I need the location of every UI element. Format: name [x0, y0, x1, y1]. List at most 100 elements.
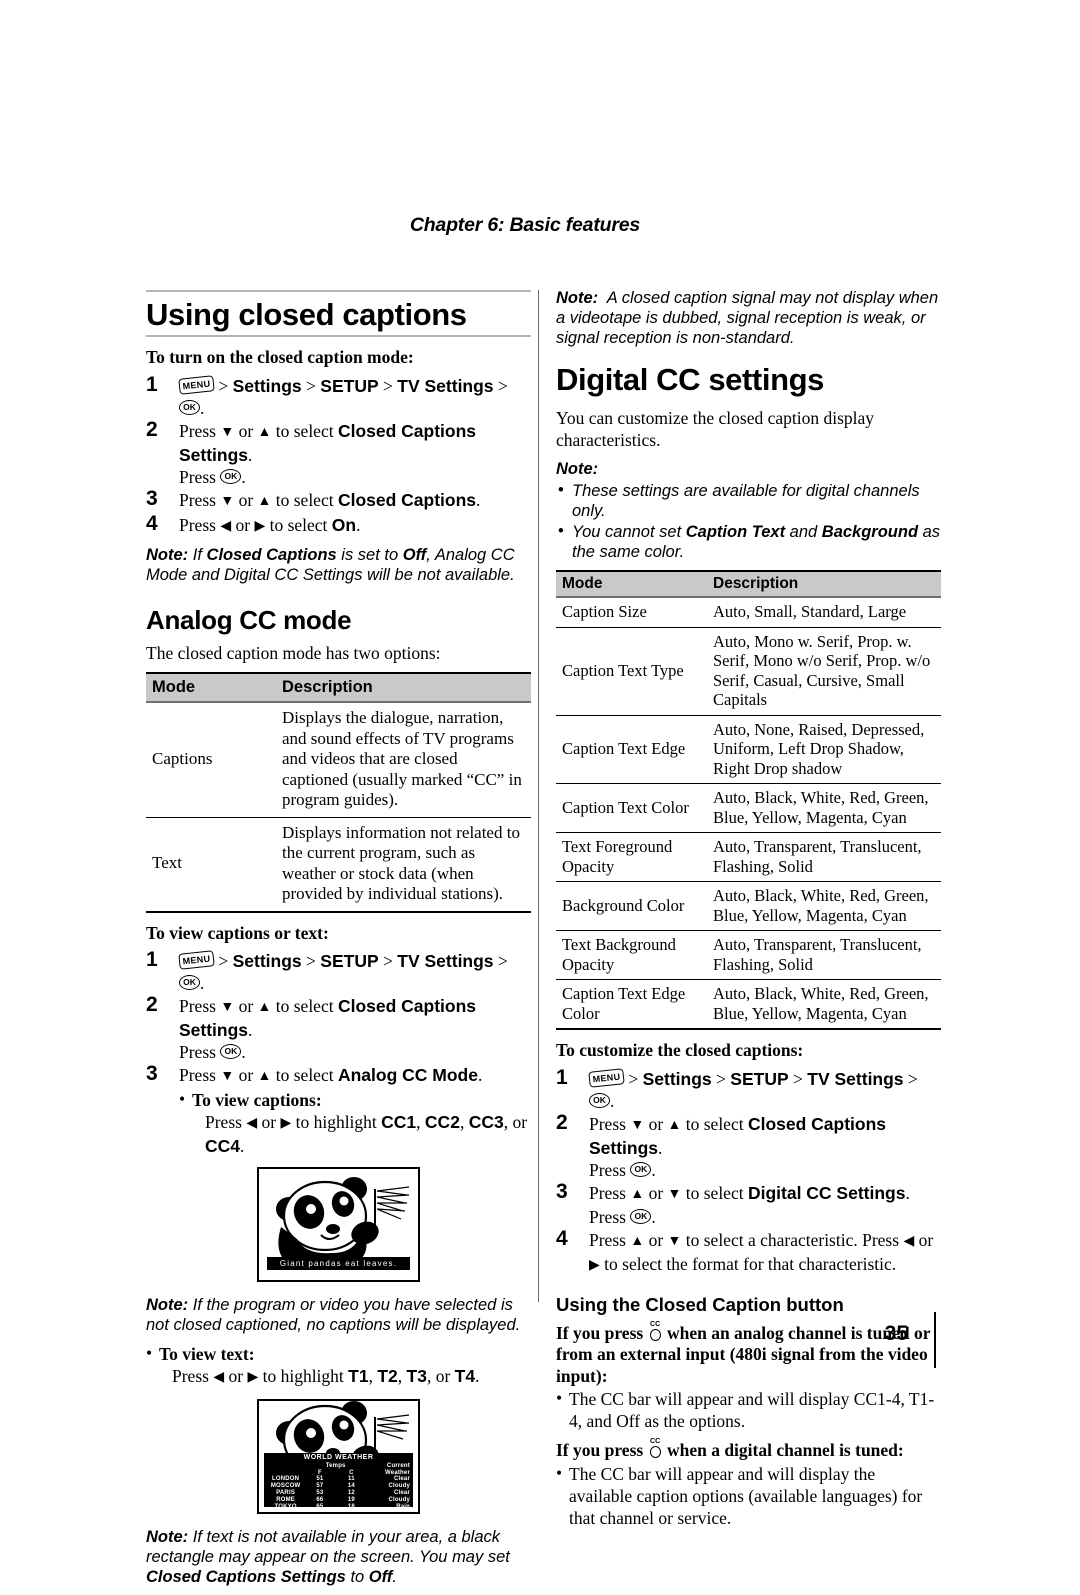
closed-caption-button-heading: Using the Closed Caption button: [556, 1293, 844, 1315]
substep-label: To view text:: [159, 1344, 255, 1364]
separator-gt: >: [716, 1068, 726, 1089]
step-number: 4: [556, 1226, 568, 1250]
note-part: If text is not available in your area, a…: [146, 1528, 510, 1566]
cell-mode: Caption Text Type: [556, 627, 707, 716]
menu-path-settings: Settings: [642, 1068, 712, 1089]
arrow-up-icon: ▲: [630, 1233, 645, 1249]
weather-header-row: Temps Current: [267, 1463, 410, 1470]
separator-gt: >: [497, 951, 508, 971]
view-text-substep: To view text: Press ◀ or ▶ to highlight …: [146, 1342, 531, 1389]
menu-target: Analog CC Mode: [337, 1065, 478, 1085]
step-period: .: [200, 397, 205, 418]
cell-mode: Text Foreground Opacity: [556, 832, 707, 882]
customize-label: To customize the closed captions:: [556, 1040, 804, 1060]
step-item: 4 Press ▲ or ▼ to select a characteristi…: [556, 1226, 941, 1277]
step-number: 2: [146, 417, 158, 441]
weather-row: MOSCOW 57 14 Cloudy: [267, 1483, 410, 1490]
step-item: 3 Press ▼ or ▲ to select Analog CC Mode.…: [146, 1063, 531, 1157]
step-text: or: [648, 1113, 664, 1134]
panda-eye-left: [306, 1428, 316, 1438]
table-row: Captions Displays the dialogue, narratio…: [146, 702, 531, 818]
step-text: to select the format for that characteri…: [604, 1253, 897, 1274]
arrow-left-icon: ◀: [213, 1370, 225, 1385]
option-t4: T4: [454, 1366, 476, 1386]
step-period: .: [200, 973, 205, 993]
step-item: 2 Press ▼ or ▲ to select Closed Captions…: [146, 994, 531, 1063]
step-text: Press: [589, 1182, 626, 1203]
analog-intro: The closed caption mode has two options:: [146, 642, 441, 663]
view-captions-label: To view captions or text:: [146, 922, 329, 943]
note-text-unavailable: Note: If text is not available in your a…: [146, 1527, 531, 1587]
step-number: 1: [146, 372, 158, 396]
weather-cond: Cloudy: [388, 1496, 410, 1503]
note-bullet: These settings are available for digital…: [556, 480, 941, 521]
step-period: .: [248, 444, 253, 465]
step-item: 2 Press ▼ or ▲ to select Closed Captions…: [556, 1111, 941, 1181]
step-text: Press: [179, 1042, 216, 1062]
weather-c: 19: [347, 1496, 355, 1503]
arrow-left-icon: ◀: [903, 1233, 915, 1249]
ok-icon: OK: [179, 975, 200, 990]
menu-target: Digital CC Settings: [747, 1182, 906, 1203]
press-text: or: [228, 1366, 244, 1386]
arrow-up-icon: ▲: [257, 1000, 272, 1015]
cell-description: Auto, Small, Standard, Large: [707, 597, 941, 628]
cell-description: Displays the dialogue, narration, and so…: [276, 702, 531, 818]
tv-screen-text: WORLD WEATHER Temps Current F C Weather: [257, 1399, 420, 1514]
ok-icon: OK: [630, 1208, 652, 1224]
menu-icon: MENU: [178, 374, 215, 395]
menu-icon: MENU: [588, 1067, 625, 1088]
bamboo-leaves-icon: [374, 1414, 410, 1457]
cell-description: Auto, Transparent, Translucent, Flashing…: [707, 930, 941, 980]
substep-label: To view captions:: [192, 1090, 322, 1110]
substep-line: Press ◀ or ▶ to highlight T1, T2, T3, or…: [159, 1365, 531, 1389]
cell-mode: Caption Text Edge: [556, 715, 707, 784]
digital-intro: You can customize the closed caption dis…: [556, 408, 875, 450]
weather-city: ROME: [276, 1496, 295, 1503]
step-period: .: [356, 514, 361, 535]
cc-icon-ring: [649, 1446, 661, 1458]
comma: ,: [459, 1112, 465, 1132]
cc-button-icon: CC: [648, 1438, 663, 1460]
separator-gt: >: [383, 951, 393, 971]
column-header-mode: Mode: [556, 570, 707, 598]
panda-eye-right: [339, 1196, 349, 1206]
cell-mode: Caption Text Edge Color: [556, 979, 707, 1030]
analog-cc-mode-table: Mode Description Captions Displays the d…: [146, 672, 531, 913]
arrow-left-icon: ◀: [220, 518, 232, 534]
step-text: to select: [275, 420, 334, 441]
separator-gt: >: [628, 1068, 639, 1089]
separator-gt: >: [497, 375, 508, 396]
arrow-right-icon: ▶: [247, 1370, 259, 1385]
cell-mode: Caption Size: [556, 597, 707, 628]
step-item: 1 MENU > Settings > SETUP > TV Settings …: [146, 949, 531, 994]
table-row: Caption Text Edge Color Auto, Black, Whi…: [556, 979, 941, 1030]
weather-city: PARIS: [276, 1489, 296, 1496]
note-part: is set to: [336, 545, 403, 564]
analog-press-bullets: The CC bar will appear and will display …: [556, 1387, 941, 1432]
or-word: or: [512, 1112, 528, 1132]
view-steps: 1 MENU > Settings > SETUP > TV Settings …: [146, 949, 531, 1157]
weather-title: WORLD WEATHER: [303, 1454, 374, 1461]
comma: ,: [368, 1366, 373, 1386]
step-item: 1 MENU > Settings > SETUP > TV Settings …: [146, 372, 531, 419]
step-text: or: [648, 1182, 664, 1203]
left-column: Using closed captions To turn on the clo…: [146, 290, 531, 1595]
arrow-up-icon: ▲: [257, 424, 272, 440]
separator-gt: >: [306, 375, 316, 396]
weather-cond: Clear: [393, 1476, 410, 1483]
step-period: .: [241, 466, 246, 487]
step-text: or: [235, 514, 251, 535]
note-part-bold: Closed Captions: [206, 545, 337, 564]
arrow-right-icon: ▶: [280, 1116, 292, 1131]
figure-captions-example: Giant pandas eat leaves.: [146, 1167, 531, 1287]
step-text: Press: [589, 1113, 626, 1134]
cell-description: Auto, Black, White, Red, Green, Blue, Ye…: [707, 979, 941, 1030]
cell-description: Auto, Transparent, Translucent, Flashing…: [707, 832, 941, 882]
step-text: or: [648, 1229, 664, 1250]
note-part-bold: Off: [402, 545, 427, 564]
step-text: Press: [179, 420, 216, 441]
ok-icon: OK: [630, 1161, 652, 1177]
note-part-bold: Off: [368, 1568, 393, 1586]
table-row: Caption Size Auto, Small, Standard, Larg…: [556, 597, 941, 628]
